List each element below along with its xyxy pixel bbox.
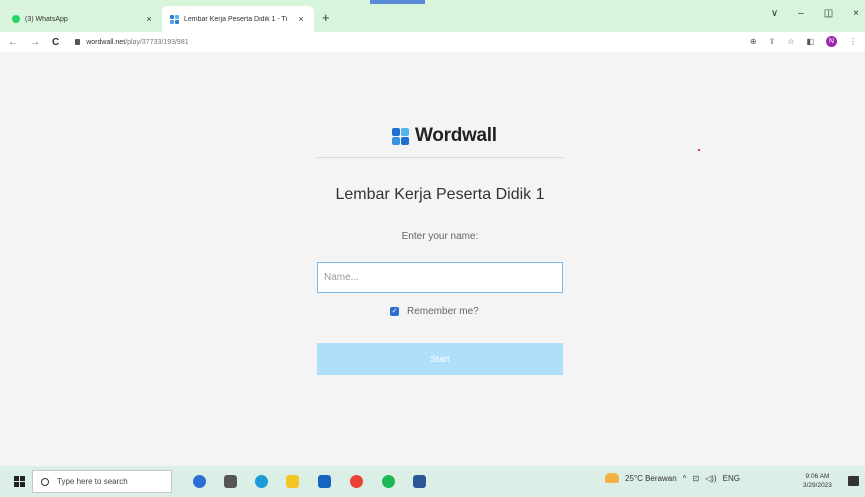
network-icon[interactable]: ⊡ (692, 474, 699, 483)
tab-title: (3) WhatsApp (25, 15, 68, 23)
minimize-button[interactable]: – (798, 8, 804, 19)
back-button[interactable]: ← (8, 37, 18, 48)
chrome-icon[interactable] (350, 475, 363, 488)
wordwall-logo-icon (392, 127, 409, 145)
stray-dot (698, 149, 700, 151)
remember-me-option[interactable]: ✓ Remember me? (390, 306, 479, 317)
tabstrip-accent (370, 0, 425, 4)
url-path: /play/37733/193/981 (125, 38, 189, 46)
header-divider (317, 157, 563, 158)
language-indicator[interactable]: ENG (723, 474, 740, 483)
spotify-icon[interactable] (382, 475, 395, 488)
remember-me-label: Remember me? (407, 306, 479, 317)
whatsapp-icon (12, 15, 20, 23)
name-input[interactable] (317, 262, 563, 293)
wordwall-logo: Wordwall (392, 125, 497, 147)
tab-search-icon[interactable]: ∨ (771, 8, 778, 19)
word-icon[interactable] (413, 475, 426, 488)
reload-button[interactable]: C (52, 37, 59, 48)
browser-tabstrip: (3) WhatsApp × Lembar Kerja Peserta Didi… (0, 0, 865, 32)
task-view-icon[interactable] (224, 475, 237, 488)
tab-wordwall[interactable]: Lembar Kerja Peserta Didik 1 - Ti × (162, 6, 314, 32)
restore-button[interactable]: ◫ (824, 8, 833, 19)
share-icon[interactable]: ⇪ (769, 37, 776, 46)
tab-title: Lembar Kerja Peserta Didik 1 - Ti (184, 15, 288, 23)
taskbar-search[interactable]: Type here to search (32, 470, 172, 493)
remember-me-checkbox[interactable]: ✓ (390, 307, 399, 316)
page-content: Wordwall Lembar Kerja Peserta Didik 1 En… (0, 52, 865, 466)
taskbar-clock[interactable]: 9:06 AM 3/29/2023 (803, 472, 832, 490)
browser-toolbar: ← → C wordwall.net /play/37733/193/981 ⊕… (0, 32, 865, 52)
tab-whatsapp[interactable]: (3) WhatsApp × (4, 6, 162, 32)
name-prompt: Enter your name: (401, 231, 479, 242)
menu-icon[interactable]: ⋮ (849, 37, 857, 46)
close-tab-icon[interactable]: × (144, 14, 154, 24)
toolbar-actions: ⊕ ⇪ ☆ ◧ N ⋮ (750, 36, 857, 47)
clock-date: 3/29/2023 (803, 482, 832, 489)
taskbar-search-placeholder: Type here to search (57, 477, 128, 486)
close-window-button[interactable]: × (853, 8, 859, 19)
forward-button[interactable]: → (30, 37, 40, 48)
activity-title: Lembar Kerja Peserta Didik 1 (335, 186, 545, 203)
search-icon (41, 477, 49, 486)
profile-avatar[interactable]: N (826, 36, 837, 47)
edge-icon[interactable] (255, 475, 268, 488)
new-tab-button[interactable]: + (322, 10, 330, 25)
mail-icon[interactable] (318, 475, 331, 488)
bing-icon[interactable] (193, 475, 206, 488)
url-host: wordwall.net (86, 38, 126, 46)
chevron-up-icon[interactable]: ^ (683, 474, 687, 483)
notification-icon[interactable] (848, 476, 859, 486)
bookmark-star-icon[interactable]: ☆ (787, 37, 794, 46)
weather-text[interactable]: 25°C Berawan (625, 474, 677, 483)
start-button[interactable]: Start (317, 343, 563, 375)
close-tab-icon[interactable]: × (296, 14, 306, 24)
windows-taskbar: Type here to search 25°C Berawan ^ ⊡ ◁))… (0, 466, 865, 497)
window-controls: ∨ – ◫ × (771, 8, 859, 19)
file-explorer-icon[interactable] (286, 475, 299, 488)
logo-text: Wordwall (415, 125, 497, 146)
system-tray: 25°C Berawan ^ ⊡ ◁)) ENG (605, 473, 740, 483)
windows-start-icon[interactable] (14, 476, 25, 487)
sidepanel-icon[interactable]: ◧ (806, 37, 814, 46)
wordwall-favicon-icon (170, 14, 179, 24)
lock-icon[interactable] (75, 39, 81, 45)
weather-icon[interactable] (605, 473, 619, 483)
clock-time: 9:06 AM (805, 473, 830, 480)
address-bar[interactable]: wordwall.net /play/37733/193/981 (75, 38, 189, 46)
zoom-icon[interactable]: ⊕ (750, 37, 757, 46)
volume-icon[interactable]: ◁)) (705, 474, 716, 483)
